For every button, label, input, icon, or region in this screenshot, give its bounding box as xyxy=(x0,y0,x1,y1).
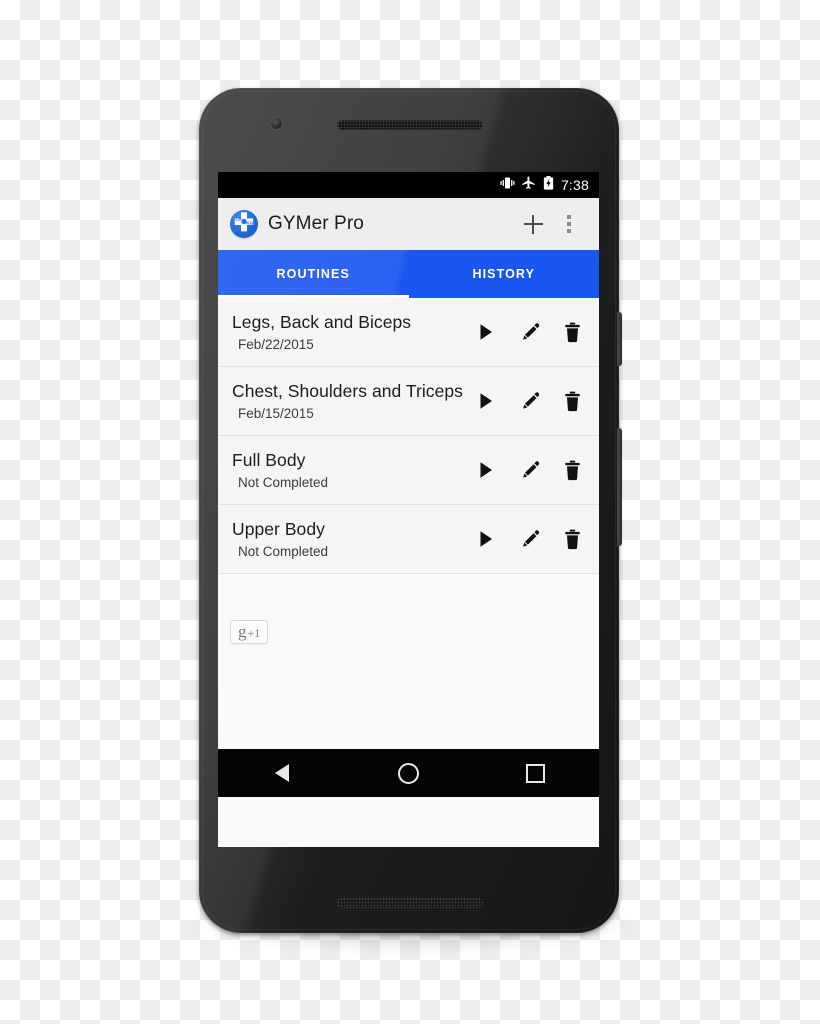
screenshot-stage: 7:38 LB KG GYMer Pro ROUTINES HISTORY Le… xyxy=(0,0,820,1024)
routine-subtitle: Feb/22/2015 xyxy=(238,336,314,352)
routines-list: Legs, Back and Biceps Feb/22/2015 Chest,… xyxy=(218,298,599,574)
routine-title: Full Body xyxy=(232,450,306,471)
routine-actions xyxy=(465,319,585,345)
delete-trash-icon[interactable] xyxy=(559,457,585,483)
app-toolbar: LB KG GYMer Pro xyxy=(218,198,599,250)
tab-history[interactable]: HISTORY xyxy=(409,250,600,298)
tab-bar: ROUTINES HISTORY xyxy=(218,250,599,298)
battery-charging-icon xyxy=(542,175,555,195)
play-icon[interactable] xyxy=(473,526,499,552)
table-row[interactable]: Full Body Not Completed xyxy=(218,436,599,505)
routine-actions xyxy=(465,388,585,414)
tab-history-label: HISTORY xyxy=(472,267,536,281)
phone-screen: 7:38 LB KG GYMer Pro ROUTINES HISTORY Le… xyxy=(218,172,599,847)
power-button[interactable] xyxy=(617,312,622,366)
tab-routines-label: ROUTINES xyxy=(276,267,350,281)
plus-one-count: +1 xyxy=(247,626,261,640)
routine-subtitle: Not Completed xyxy=(238,543,329,559)
list-empty-area: g +1 xyxy=(218,574,599,749)
routine-title: Legs, Back and Biceps xyxy=(232,312,412,333)
delete-trash-icon[interactable] xyxy=(559,388,585,414)
routine-title: Upper Body xyxy=(232,519,325,540)
airplane-mode-icon xyxy=(521,175,536,195)
home-circle-icon xyxy=(398,762,419,784)
table-row[interactable]: Chest, Shoulders and Triceps Feb/15/2015 xyxy=(218,367,599,436)
edit-pencil-icon[interactable] xyxy=(516,319,542,345)
nav-back-button[interactable] xyxy=(259,753,305,793)
tab-routines[interactable]: ROUTINES xyxy=(218,250,409,298)
routine-text-block: Full Body Not Completed xyxy=(232,438,465,501)
routine-text-block: Chest, Shoulders and Triceps Feb/15/2015 xyxy=(232,369,465,432)
add-routine-button[interactable] xyxy=(515,206,551,242)
google-plus-one-button[interactable]: g +1 xyxy=(230,620,269,644)
gymer-pro-app-icon: LB KG xyxy=(230,210,258,238)
earpiece-speaker-grille xyxy=(337,120,483,130)
plus-icon xyxy=(523,214,543,234)
google-g-icon: g xyxy=(238,622,247,641)
routine-actions xyxy=(465,526,585,552)
android-navigation-bar xyxy=(218,749,599,797)
play-icon[interactable] xyxy=(473,388,499,414)
edit-pencil-icon[interactable] xyxy=(516,526,542,552)
volume-rocker-button[interactable] xyxy=(617,428,622,546)
back-triangle-icon xyxy=(274,764,289,782)
tab-active-indicator xyxy=(218,295,409,298)
svg-text:LB: LB xyxy=(236,216,243,221)
overflow-menu-button[interactable] xyxy=(551,206,587,242)
routine-subtitle: Not Completed xyxy=(238,474,329,490)
status-bar: 7:38 xyxy=(218,172,599,198)
edit-pencil-icon[interactable] xyxy=(516,388,542,414)
front-camera-icon xyxy=(271,118,282,129)
table-row[interactable]: Legs, Back and Biceps Feb/22/2015 xyxy=(218,298,599,367)
table-row[interactable]: Upper Body Not Completed xyxy=(218,505,599,574)
page-title: GYMer Pro xyxy=(268,213,364,234)
routine-text-block: Upper Body Not Completed xyxy=(232,507,465,570)
edit-pencil-icon[interactable] xyxy=(516,457,542,483)
routine-actions xyxy=(465,457,585,483)
play-icon[interactable] xyxy=(473,319,499,345)
vibrate-icon xyxy=(500,176,515,195)
svg-text:KG: KG xyxy=(246,221,253,226)
nav-home-button[interactable] xyxy=(386,753,432,793)
routine-title: Chest, Shoulders and Triceps xyxy=(232,381,463,402)
play-icon[interactable] xyxy=(473,457,499,483)
delete-trash-icon[interactable] xyxy=(559,319,585,345)
nav-recents-button[interactable] xyxy=(513,753,559,793)
routine-text-block: Legs, Back and Biceps Feb/22/2015 xyxy=(232,300,465,363)
recents-square-icon xyxy=(526,763,545,783)
delete-trash-icon[interactable] xyxy=(559,526,585,552)
bottom-speaker-grille xyxy=(337,898,483,908)
status-bar-clock: 7:38 xyxy=(560,177,589,193)
routine-subtitle: Feb/15/2015 xyxy=(238,405,314,421)
more-vertical-icon xyxy=(567,215,571,233)
